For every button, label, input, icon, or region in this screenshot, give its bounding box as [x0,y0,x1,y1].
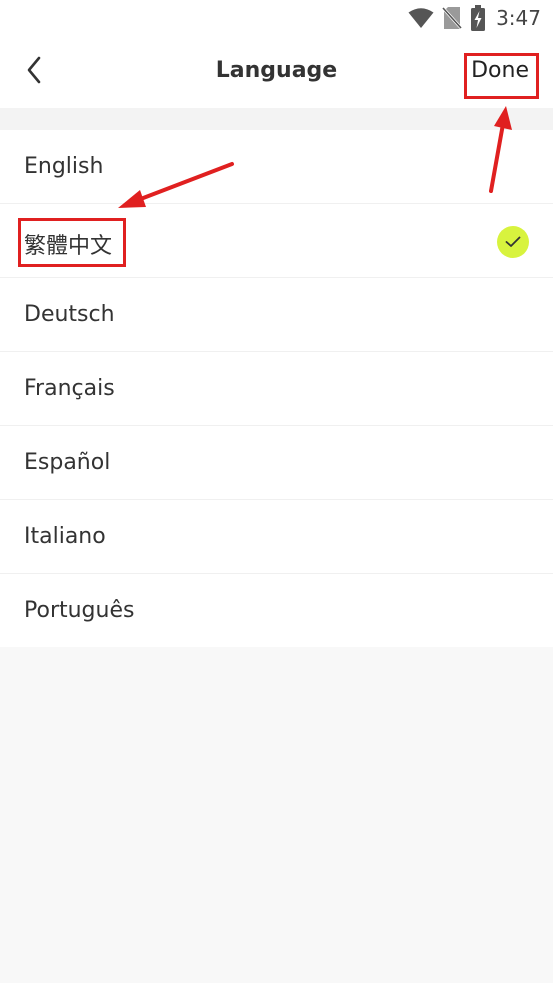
page-title: Language [215,58,338,83]
battery-charging-icon [470,5,486,31]
language-label: 繁體中文 [24,234,113,259]
done-button[interactable]: Done [471,58,529,83]
wifi-icon [408,7,434,29]
checkmark-icon [497,226,529,258]
status-time: 3:47 [496,6,541,30]
language-label: Français [24,376,115,401]
status-bar: 3:47 [0,0,553,36]
status-icons: 3:47 [408,5,541,31]
language-label: English [24,154,104,179]
no-sim-icon [442,6,463,30]
language-item-francais[interactable]: Français [0,352,553,426]
language-item-italiano[interactable]: Italiano [0,500,553,574]
language-label: Deutsch [24,302,115,327]
header-bar: Language Done [0,36,553,108]
language-label: Español [24,450,111,475]
language-label: Italiano [24,524,106,549]
language-label: Português [24,598,135,623]
language-item-portugues[interactable]: Português [0,574,553,647]
language-item-espanol[interactable]: Español [0,426,553,500]
language-list: English 繁體中文 Deutsch Français Español It… [0,130,553,647]
section-gap [0,108,553,130]
language-item-traditional-chinese[interactable]: 繁體中文 [0,204,553,278]
language-item-deutsch[interactable]: Deutsch [0,278,553,352]
language-item-english[interactable]: English [0,130,553,204]
